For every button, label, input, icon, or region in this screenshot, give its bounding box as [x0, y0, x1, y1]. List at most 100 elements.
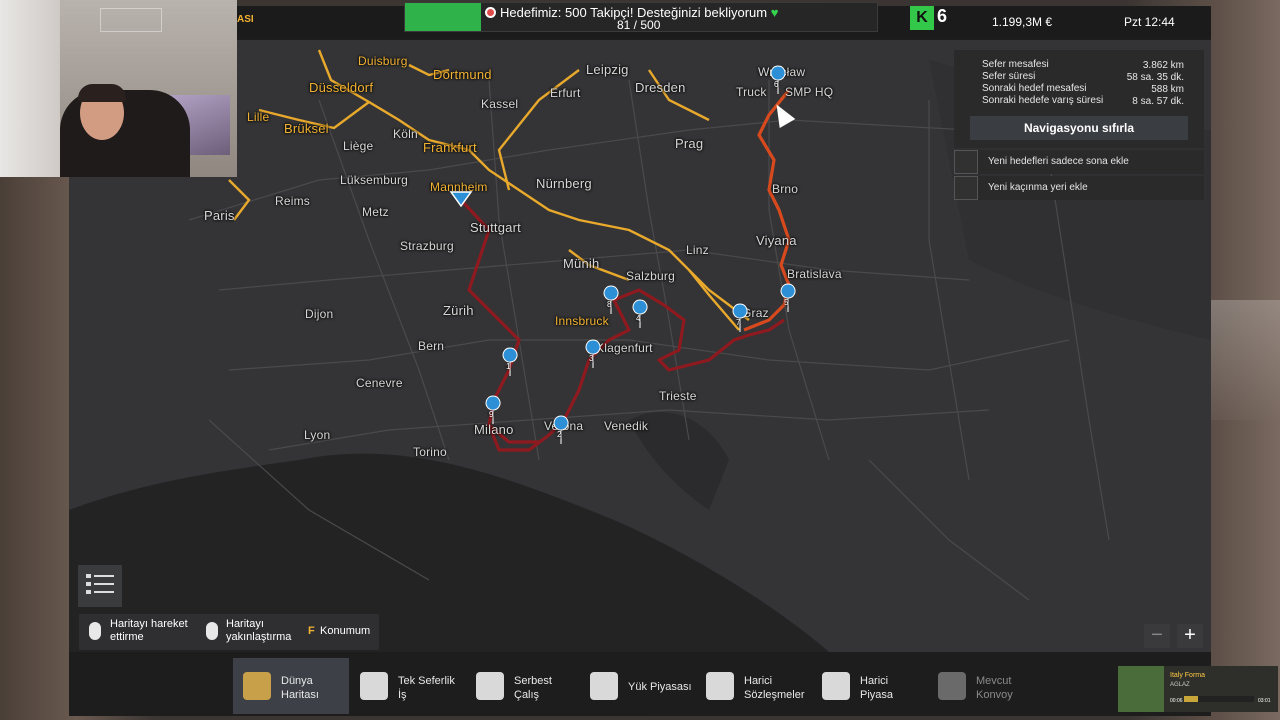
hint-key: F: [308, 625, 315, 637]
list-icon: [86, 574, 114, 594]
song-progress-bar: [1184, 696, 1254, 702]
city-label: Bratislava: [787, 267, 842, 281]
city-label: Venedik: [604, 419, 649, 433]
now-playing-widget: Italy Forma AGLAZ 00:06 03:01: [1118, 666, 1278, 712]
tab-cargo-market[interactable]: Yük Piyasası: [580, 658, 700, 714]
song-artist: AGLAZ: [1170, 682, 1190, 688]
goal-progress-bar: [405, 3, 482, 31]
tab-external-contracts[interactable]: Harici Sözleşmeler: [696, 658, 812, 714]
city-label: Lille: [247, 110, 270, 124]
player-level: 6: [937, 6, 948, 26]
city-label: Klagenfurt: [596, 341, 653, 355]
tab-world-map[interactable]: Dünya Haritası: [233, 658, 349, 714]
city-label: Innsbruck: [555, 314, 609, 328]
zoom-out-button[interactable]: −: [1144, 624, 1170, 648]
city-label: Strazburg: [400, 239, 454, 253]
mouse-wheel-icon: [206, 622, 218, 640]
append-destinations-label: Yeni hedefleri sadece sona ekle: [988, 156, 1129, 167]
city-label: Erfurt: [550, 86, 581, 100]
city-label: Frankfurt: [423, 140, 477, 155]
song-title: Italy Forma: [1170, 672, 1206, 679]
append-destinations-checkbox[interactable]: [954, 150, 978, 174]
reset-navigation-button[interactable]: Navigasyonu sıfırla: [970, 116, 1188, 140]
streamer-hair: [78, 84, 126, 102]
city-label: Salzburg: [626, 269, 675, 283]
city-label: Milano: [474, 422, 514, 437]
song-elapsed: 00:06: [1170, 698, 1183, 704]
topbar-left-label: ASI: [237, 14, 254, 25]
city-label: Duisburg: [358, 54, 408, 68]
city-label: Münih: [563, 256, 600, 271]
city-label: Truck: [736, 85, 767, 99]
level-icon: K: [910, 6, 934, 30]
city-label: Wrocław: [758, 65, 806, 79]
nav-value-distance: 3.862 km: [1142, 60, 1184, 71]
add-avoid-label: Yeni kaçınma yeri ekle: [988, 182, 1088, 193]
heart-icon: ♥: [770, 5, 779, 20]
nav-label-distance: Sefer mesafesi: [982, 59, 1049, 70]
streamer-logo: [100, 8, 162, 32]
city-label: Dortmund: [433, 67, 492, 82]
mouse-left-icon: [89, 622, 101, 640]
waypoint-label: 7: [736, 318, 741, 327]
waypoint-label: 9: [489, 410, 494, 419]
city-label: Leipzig: [586, 62, 629, 77]
city-label: Lyon: [304, 428, 331, 442]
waypoint-label: 5: [784, 298, 789, 307]
city-label: Brüksel: [284, 121, 329, 136]
city-label: Brno: [772, 182, 799, 196]
tab-single-job[interactable]: Tek Seferlik İş: [350, 658, 462, 714]
tab-label: Serbest Çalış: [514, 675, 552, 701]
city-label: SMP HQ: [785, 85, 834, 99]
song-progress-fill: [1184, 696, 1198, 702]
cargo-icon: [590, 672, 618, 700]
tab-freelance[interactable]: Serbest Çalış: [466, 658, 576, 714]
globe-market-icon: [822, 672, 850, 700]
clock-icon: [360, 672, 388, 700]
hint-move-label: Haritayı hareket ettirme: [110, 618, 188, 643]
globe-contracts-icon: [706, 672, 734, 700]
webcam-wall: [0, 0, 60, 177]
city-label: Viyana: [756, 233, 797, 248]
nav-value-duration: 58 sa. 35 dk.: [1126, 72, 1184, 83]
append-destinations-option[interactable]: Yeni hedefleri sadece sona ekle: [954, 150, 1204, 174]
city-label: Graz: [742, 306, 769, 320]
hint-my-position[interactable]: F Konumum: [300, 614, 379, 650]
route-info-panel: Sefer mesafesi 3.862 km Sefer süresi 58 …: [954, 50, 1204, 148]
tab-current-convoy[interactable]: Mevcut Konvoy: [928, 658, 1048, 714]
hint-zoom-label: Haritayı yakınlaştırma: [226, 618, 292, 643]
city-label: Torino: [413, 445, 447, 459]
nav-value-next-distance: 588 km: [1151, 84, 1184, 95]
tab-label: Harici Sözleşmeler: [744, 675, 805, 701]
city-label: Linz: [686, 243, 709, 257]
nav-label-duration: Sefer süresi: [982, 71, 1036, 82]
convoy-icon: [938, 672, 966, 700]
city-label: Liège: [343, 139, 374, 153]
nav-label-next-distance: Sonraki hedef mesafesi: [982, 83, 1087, 94]
hint-position-label: Konumum: [320, 625, 371, 637]
map-legend-button[interactable]: [78, 565, 122, 607]
goal-count: 81 / 500: [617, 18, 661, 32]
streamer-body: [60, 90, 190, 177]
game-clock: Pzt 12:44: [1124, 15, 1175, 29]
city-label: Kassel: [481, 97, 519, 111]
zoom-in-button[interactable]: +: [1177, 624, 1203, 648]
tab-label: Dünya Haritası: [281, 675, 319, 701]
freelance-icon: [476, 672, 504, 700]
nav-label-next-eta: Sonraki hedefe varış süresi: [982, 95, 1104, 106]
tab-label: Harici Piyasa: [860, 675, 894, 701]
city-label: Nürnberg: [536, 176, 592, 191]
waypoint-label: 1: [506, 362, 511, 371]
tab-external-market[interactable]: Harici Piyasa: [812, 658, 924, 714]
nav-value-next-eta: 8 sa. 57 dk.: [1132, 96, 1184, 107]
waypoint-label: 2: [557, 430, 562, 439]
city-label: Lüksemburg: [340, 173, 409, 187]
hint-move-map: Haritayı hareket ettirme: [79, 614, 199, 650]
city-label: Dijon: [305, 307, 334, 321]
waypoint-label: 4: [636, 314, 641, 323]
tab-label: Yük Piyasası: [628, 681, 692, 693]
add-avoid-option[interactable]: Yeni kaçınma yeri ekle: [954, 176, 1204, 200]
city-label: Stuttgart: [470, 220, 521, 235]
add-avoid-checkbox[interactable]: [954, 176, 978, 200]
city-label: Trieste: [659, 389, 697, 403]
